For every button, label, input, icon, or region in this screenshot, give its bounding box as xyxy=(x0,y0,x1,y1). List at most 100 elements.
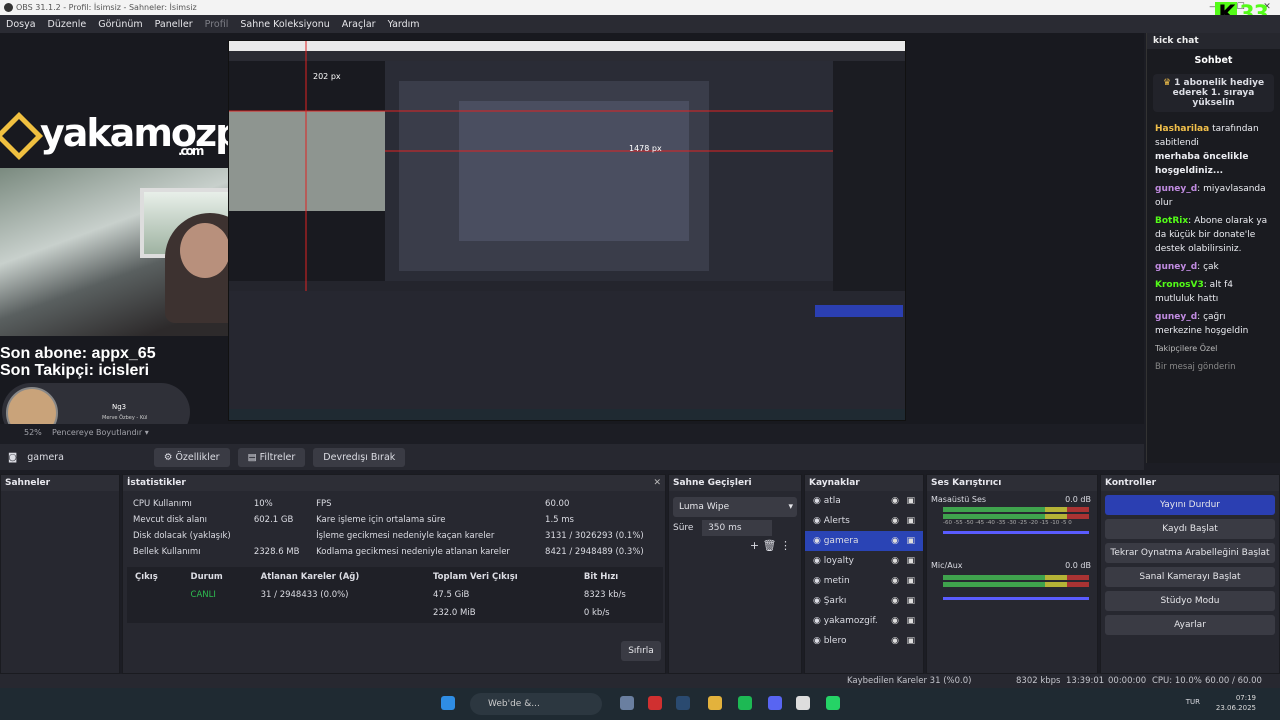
eye-icon[interactable]: ◉ xyxy=(891,631,899,651)
eye-icon[interactable]: ◉ xyxy=(891,551,899,571)
gift-card[interactable]: ♛ 1 abonelik hediye ederek 1. sıraya yük… xyxy=(1153,74,1274,112)
bitrate: 8302 kbps xyxy=(1016,676,1061,686)
eye-icon[interactable]: ◉ xyxy=(891,491,899,511)
start-recording-button[interactable]: Kaydı Başlat xyxy=(1105,519,1275,539)
menu-araclar[interactable]: Araçlar xyxy=(336,19,382,30)
mic-label: Mic/Aux xyxy=(931,561,963,570)
deactivate-button[interactable]: Devredışı Bırak xyxy=(313,447,406,467)
pinned-user[interactable]: Hasharilaa xyxy=(1155,124,1209,134)
stats-cell: 8421 / 2948489 (0.3%) xyxy=(545,547,644,557)
source-item[interactable]: ◉ yakamozgif. ◉ ▣ xyxy=(805,611,923,631)
mic-volume-slider[interactable] xyxy=(943,597,1089,600)
eye-icon[interactable]: ◉ xyxy=(891,511,899,531)
chat-user[interactable]: guney_d xyxy=(1155,312,1197,322)
sources-list: ◉ atla ◉ ▣ ◉ Alerts ◉ ▣ ◉ gamera ◉ ▣ ◉ loyalty ◉ ▣ ◉… xyxy=(805,491,923,651)
chat-user[interactable]: KronosV3 xyxy=(1155,280,1204,290)
sub-follow-info: Son abone: appx_65 Son Takipçi: icisleri xyxy=(0,345,156,379)
whatsapp-icon[interactable] xyxy=(826,696,840,710)
settings-button[interactable]: Ayarlar xyxy=(1105,615,1275,635)
clock[interactable]: 07:19 23.06.2025 xyxy=(1216,693,1256,713)
source-item[interactable]: ◉ blero ◉ ▣ xyxy=(805,631,923,651)
lock-icon[interactable]: ▣ xyxy=(906,491,915,511)
eye-icon[interactable]: ◉ xyxy=(891,591,899,611)
source-item[interactable]: ◉ gamera ◉ ▣ xyxy=(805,531,923,551)
add-icon[interactable]: + xyxy=(750,539,759,552)
replay-buffer-button[interactable]: Tekrar Oynatma Arabelleğini Başlat xyxy=(1105,543,1275,563)
eye-icon[interactable]: ◉ xyxy=(891,571,899,591)
studio-mode-button[interactable]: Stüdyo Modu xyxy=(1105,591,1275,611)
eye-icon[interactable]: ◉ xyxy=(891,531,899,551)
output-row: 232.0 MiB 0 kb/s xyxy=(129,605,661,621)
trash-icon[interactable]: 🗑 xyxy=(763,539,777,552)
opera-icon[interactable] xyxy=(648,696,662,710)
source-item[interactable]: ◉ atla ◉ ▣ xyxy=(805,491,923,511)
chat-tab[interactable]: Sohbet xyxy=(1147,55,1280,66)
source-icon: ◉ xyxy=(813,556,824,566)
lock-icon[interactable]: ▣ xyxy=(906,531,915,551)
app-icon[interactable] xyxy=(620,696,634,710)
obs-taskbar-icon[interactable] xyxy=(796,696,810,710)
duration-input[interactable]: 350 ms xyxy=(702,520,772,536)
lock-icon[interactable]: ▣ xyxy=(906,631,915,651)
reset-button[interactable]: Sıfırla xyxy=(621,641,661,661)
source-item[interactable]: ◉ Alerts ◉ ▣ xyxy=(805,511,923,531)
output-cell: 31 / 2948433 (0.0%) xyxy=(260,590,349,600)
menu-sahne-koleksiyonu[interactable]: Sahne Koleksiyonu xyxy=(234,19,335,30)
source-label: metin xyxy=(823,576,850,586)
stats-cell: 60.00 xyxy=(545,499,570,509)
chat-input[interactable]: Bir mesaj gönderin xyxy=(1147,358,1280,376)
source-item[interactable]: ◉ Şarkı ◉ ▣ xyxy=(805,591,923,611)
transition-select[interactable]: Luma Wipe ▾ xyxy=(673,497,797,517)
virtual-camera-button[interactable]: Sanal Kamerayı Başlat xyxy=(1105,567,1275,587)
chat-user[interactable]: guney_d xyxy=(1155,184,1197,194)
zoom-level[interactable]: 52% xyxy=(24,428,42,437)
stats-cell xyxy=(250,529,310,543)
mic-channel xyxy=(927,571,1097,611)
source-label: Şarkı xyxy=(823,596,847,606)
lock-icon[interactable]: ▣ xyxy=(906,551,915,571)
menu-gorunum[interactable]: Görünüm xyxy=(92,19,148,30)
stats-dock: İstatistikler ✕ CPU Kullanımı 10% FPS 60.00 M… xyxy=(122,474,666,674)
source-item[interactable]: ◉ metin ◉ ▣ xyxy=(805,571,923,591)
stats-row: CPU Kullanımı 10% FPS 60.00 xyxy=(129,497,661,511)
menu-paneller[interactable]: Paneller xyxy=(149,19,199,30)
discord-icon[interactable] xyxy=(768,696,782,710)
chat-user[interactable]: BotRix xyxy=(1155,216,1188,226)
stats-cell: 3131 / 3026293 (0.1%) xyxy=(545,531,644,541)
brand-mark-icon xyxy=(0,111,44,160)
source-item[interactable]: ◉ loyalty ◉ ▣ xyxy=(805,551,923,571)
eye-icon[interactable]: ◉ xyxy=(891,611,899,631)
stop-stream-button[interactable]: Yayını Durdur xyxy=(1105,495,1275,515)
output-cell: 8323 kb/s xyxy=(583,590,626,600)
filters-button[interactable]: ▤ Filtreler xyxy=(237,447,306,467)
desktop-volume-slider[interactable] xyxy=(943,531,1089,534)
last-subscriber: Son abone: appx_65 xyxy=(0,345,156,362)
camera-icon: ◙ xyxy=(8,451,18,463)
desktop-meter-2 xyxy=(943,514,1089,519)
menu-yardim[interactable]: Yardım xyxy=(382,19,426,30)
close-icon[interactable]: ✕ xyxy=(653,475,661,491)
last-follower: Son Takipçi: icisleri xyxy=(0,362,150,379)
source-label: atla xyxy=(823,496,841,506)
steam-icon[interactable] xyxy=(676,696,690,710)
lock-icon[interactable]: ▣ xyxy=(906,571,915,591)
menu-dosya[interactable]: Dosya xyxy=(0,19,42,30)
properties-button[interactable]: ⚙ Özellikler xyxy=(153,447,230,467)
chat-message: guney_d: çak xyxy=(1147,258,1280,276)
menu-duzenle[interactable]: Düzenle xyxy=(42,19,93,30)
menu-profil[interactable]: Profil xyxy=(199,19,235,30)
language[interactable]: TUR xyxy=(1186,698,1200,706)
taskbar-search[interactable]: Web'de &... xyxy=(470,693,602,715)
lock-icon[interactable]: ▣ xyxy=(906,611,915,631)
more-icon[interactable]: ⋮ xyxy=(780,539,791,552)
chat-user[interactable]: guney_d xyxy=(1155,262,1197,272)
spotify-icon[interactable] xyxy=(738,696,752,710)
fit-mode[interactable]: Pencereye Boyutlandır xyxy=(52,428,142,437)
lock-icon[interactable]: ▣ xyxy=(906,511,915,531)
stats-table: CPU Kullanımı 10% FPS 60.00 Mevcut disk alan… xyxy=(127,495,663,561)
svg-text:202 px: 202 px xyxy=(313,72,341,81)
lock-icon[interactable]: ▣ xyxy=(906,591,915,611)
folder-icon[interactable] xyxy=(708,696,722,710)
mixer-channels: Masaüstü Ses 0.0 dB -60 -55 -50 -45 -40 … xyxy=(927,491,1097,571)
windows-start-icon[interactable] xyxy=(441,696,455,710)
